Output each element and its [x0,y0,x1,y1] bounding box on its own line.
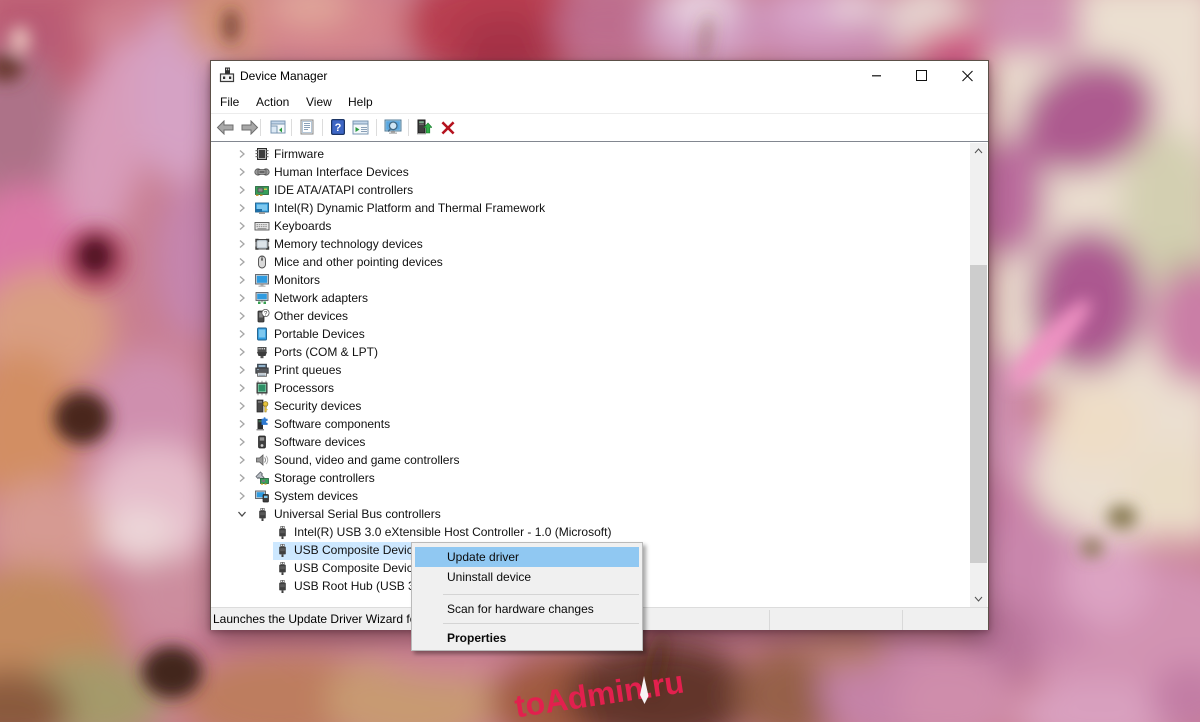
svg-text:?: ? [264,310,268,317]
svg-text:?: ? [335,122,342,134]
